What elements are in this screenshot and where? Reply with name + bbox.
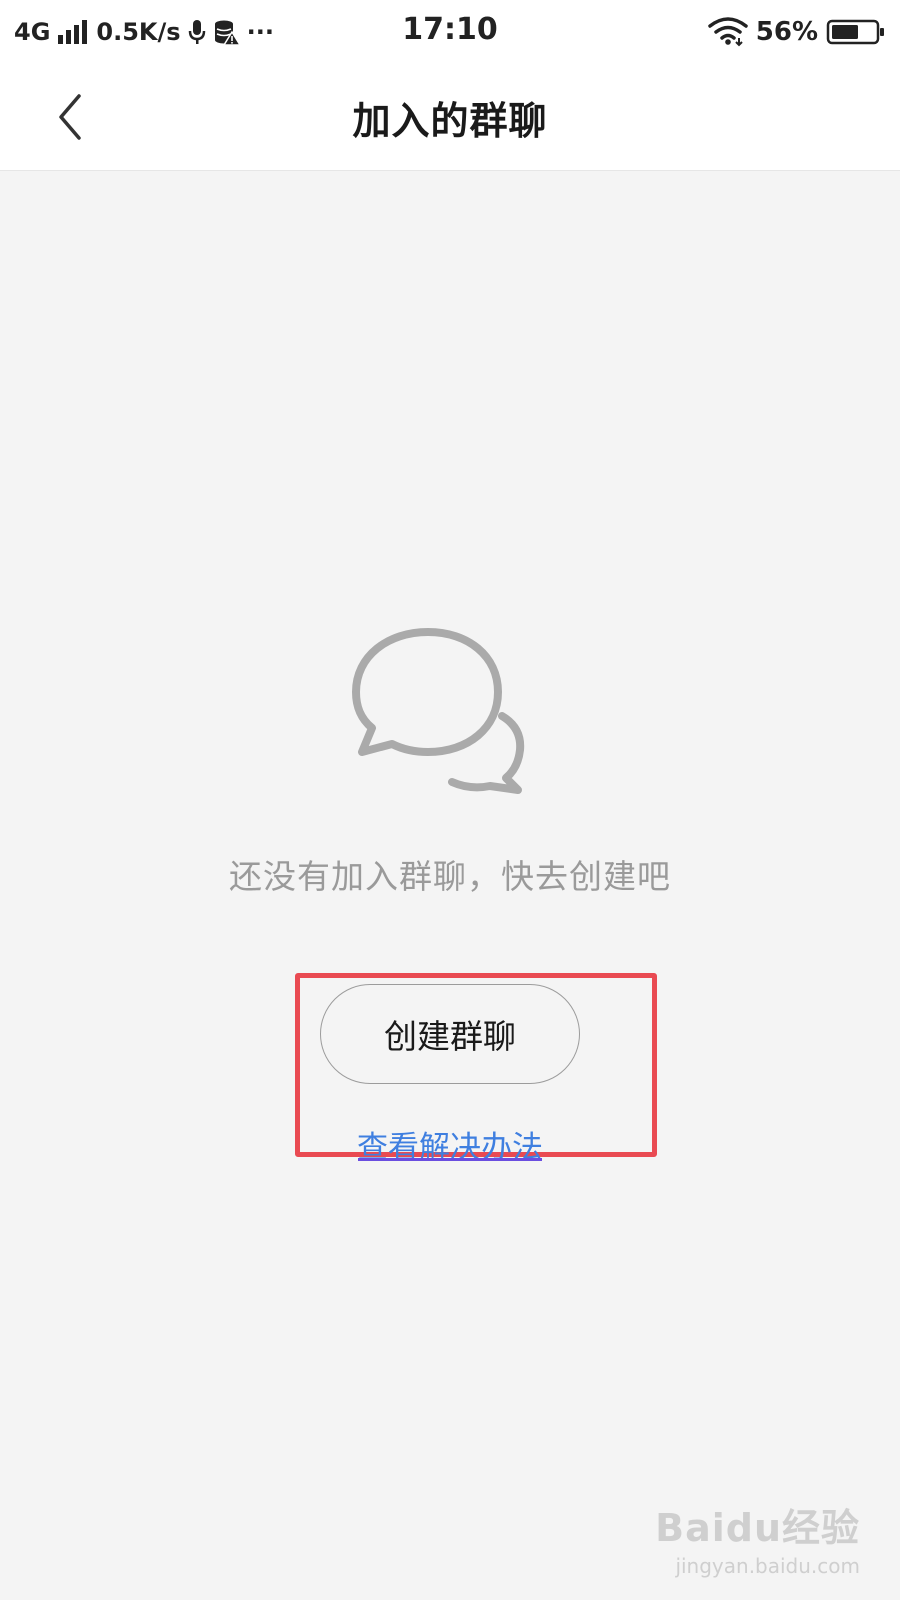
watermark-url: jingyan.baidu.com xyxy=(675,1554,860,1578)
create-group-chat-button[interactable]: 创建群聊 xyxy=(320,984,580,1084)
status-right: 56% xyxy=(708,14,886,50)
baidu-watermark: Baidu经验 jingyan.baidu.com xyxy=(655,1497,860,1578)
battery-percent: 56% xyxy=(755,17,818,47)
page-title: 加入的群聊 xyxy=(352,99,548,143)
navigation-bar: 加入的群聊 xyxy=(0,64,900,171)
chat-bubbles-icon xyxy=(350,628,540,798)
watermark-logo: Baidu经验 xyxy=(655,1506,860,1550)
empty-state-message: 还没有加入群聊，快去创建吧 xyxy=(229,857,671,896)
battery-icon xyxy=(826,18,886,46)
status-bar: 4G 0.5K/s ··· 17:10 56% xyxy=(0,0,900,64)
wifi-icon xyxy=(708,17,748,47)
link-underline xyxy=(358,1158,542,1161)
